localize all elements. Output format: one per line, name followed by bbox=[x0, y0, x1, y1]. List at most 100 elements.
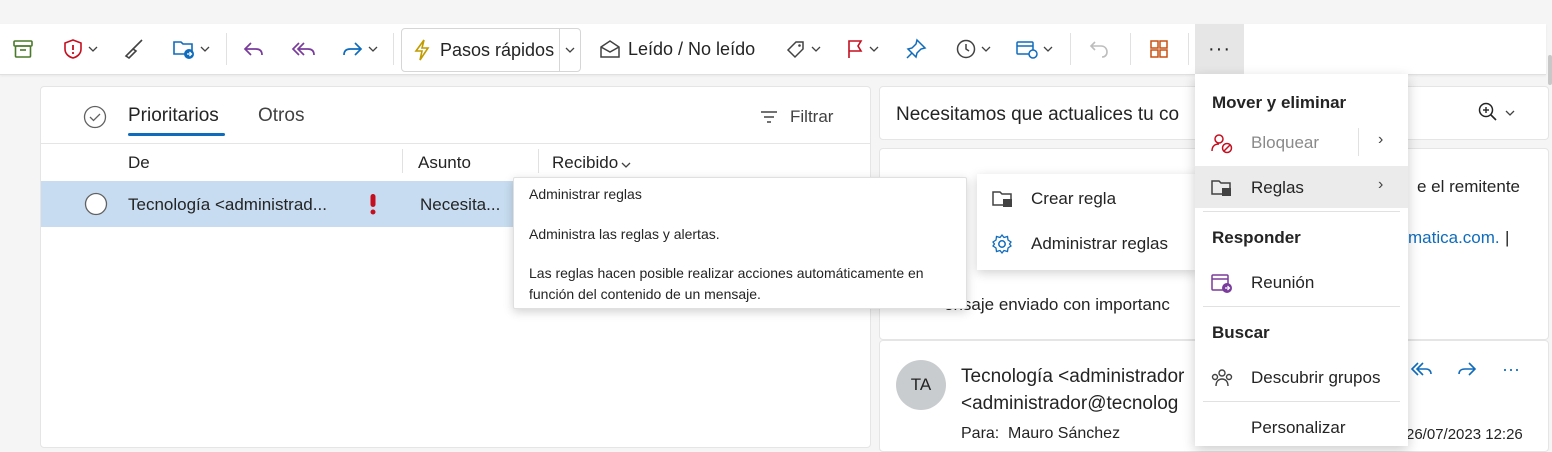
command-toolbar: Pasos rápidos Leído / No leído ··· bbox=[0, 24, 1546, 75]
avatar: TA bbox=[896, 360, 946, 410]
create-rule-label: Crear regla bbox=[1031, 189, 1117, 208]
column-received[interactable]: Recibido bbox=[552, 153, 631, 173]
create-rule-item[interactable]: Crear regla bbox=[977, 176, 1197, 220]
scrollbar[interactable] bbox=[1548, 55, 1552, 85]
categorize-button[interactable] bbox=[785, 24, 821, 74]
sweep-button[interactable] bbox=[122, 24, 146, 74]
chevron-down-icon bbox=[981, 46, 991, 52]
archive-icon bbox=[13, 40, 33, 58]
read-unread-label: Leído / No leído bbox=[628, 38, 756, 59]
forward-icon bbox=[343, 42, 363, 56]
chevron-down-icon bbox=[200, 46, 210, 52]
menu-section-reply: Responder bbox=[1212, 228, 1301, 247]
message-date: 26/07/2023 12:26 bbox=[1406, 426, 1523, 443]
message-subject: Necesitamos que actualices tu co bbox=[896, 104, 1180, 125]
menu-section-search: Buscar bbox=[1212, 323, 1270, 342]
more-options-button[interactable]: ··· bbox=[1195, 24, 1244, 74]
block-label: Bloquear bbox=[1251, 133, 1320, 152]
rules-icon bbox=[1016, 41, 1038, 59]
flag-button[interactable] bbox=[845, 24, 879, 74]
menu-section-move-delete: Mover y eliminar bbox=[1212, 93, 1347, 112]
flag-icon bbox=[848, 40, 863, 58]
more-icon: ··· bbox=[1208, 37, 1231, 60]
tab-other[interactable]: Otros bbox=[258, 105, 304, 127]
chevron-down-icon bbox=[88, 46, 98, 52]
chevron-right-icon: › bbox=[1378, 131, 1384, 148]
reply-button[interactable] bbox=[242, 24, 266, 74]
chevron-down-icon bbox=[811, 46, 821, 52]
groups-icon bbox=[1211, 369, 1233, 387]
chevron-down-icon[interactable] bbox=[565, 47, 575, 53]
lightning-icon bbox=[414, 39, 430, 61]
shield-alert-icon bbox=[64, 39, 82, 59]
apps-button[interactable] bbox=[1148, 24, 1170, 74]
reply-all-button[interactable] bbox=[291, 24, 317, 74]
to-value: Mauro Sánchez bbox=[1008, 425, 1121, 442]
report-button[interactable] bbox=[62, 24, 98, 74]
block-icon bbox=[1211, 134, 1233, 154]
sender-name: Tecnología <administrador bbox=[961, 366, 1185, 387]
select-all-checkbox[interactable] bbox=[83, 105, 107, 129]
folder-rule-icon bbox=[992, 191, 1012, 207]
tooltip-line1: Administra las reglas y alertas. bbox=[529, 226, 720, 242]
manage-rules-item[interactable]: Administrar reglas bbox=[977, 221, 1197, 265]
tag-icon bbox=[786, 41, 804, 59]
importance-note: ensaje enviado con importanc bbox=[944, 295, 1170, 314]
sender-email: <administrador@tecnolog bbox=[961, 393, 1179, 414]
snooze-button[interactable] bbox=[955, 24, 991, 74]
column-subject[interactable]: Asunto bbox=[418, 153, 471, 173]
move-to-button[interactable] bbox=[172, 24, 210, 74]
more-options-menu: Mover y eliminar Bloquear › Reglas › Res… bbox=[1195, 74, 1408, 446]
gear-icon bbox=[992, 233, 1012, 255]
tooltip-line2: Las reglas hacen posible realizar accion… bbox=[529, 265, 924, 302]
row-from: Tecnología <administrad... bbox=[128, 195, 327, 214]
zoom-icon[interactable] bbox=[1477, 101, 1517, 125]
customize-item[interactable]: Personalizar bbox=[1251, 418, 1346, 438]
rules-label: Reglas bbox=[1251, 178, 1304, 197]
block-item[interactable]: Bloquear › bbox=[1195, 121, 1408, 163]
chevron-down-icon bbox=[869, 46, 879, 52]
filter-label: Filtrar bbox=[790, 107, 834, 126]
column-from[interactable]: De bbox=[128, 153, 150, 173]
chevron-down-icon bbox=[621, 162, 631, 168]
filter-icon bbox=[761, 111, 777, 123]
meeting-item[interactable]: Reunión bbox=[1195, 261, 1408, 303]
pin-icon bbox=[906, 38, 927, 59]
row-subject: Necesita... bbox=[420, 195, 501, 214]
discover-groups-item[interactable]: Descubrir grupos bbox=[1195, 356, 1408, 398]
rules-submenu: Crear regla Administrar reglas bbox=[977, 174, 1197, 270]
sender-link[interactable]: matica.com. bbox=[1408, 228, 1500, 248]
reply-all-icon bbox=[291, 42, 315, 56]
clock-icon bbox=[956, 39, 976, 59]
folder-rule-icon bbox=[1211, 180, 1231, 196]
reply-all-icon[interactable] bbox=[1410, 359, 1434, 379]
forward-button[interactable] bbox=[340, 24, 378, 74]
tab-focused[interactable]: Prioritarios bbox=[128, 105, 219, 127]
undo-button[interactable] bbox=[1088, 24, 1110, 74]
reply-icon bbox=[243, 42, 263, 56]
quick-steps-label: Pasos rápidos bbox=[440, 39, 555, 60]
more-actions-icon[interactable]: ··· bbox=[1502, 359, 1520, 380]
discover-groups-label: Descubrir grupos bbox=[1251, 368, 1381, 387]
quick-steps-button[interactable]: Pasos rápidos bbox=[401, 28, 581, 72]
separator-pipe: | bbox=[1505, 228, 1510, 247]
archive-button[interactable] bbox=[12, 24, 34, 74]
folder-move-icon bbox=[173, 41, 194, 59]
filter-button[interactable]: Filtrar bbox=[760, 107, 833, 127]
rules-item[interactable]: Reglas › bbox=[1195, 166, 1408, 208]
apps-grid-icon bbox=[1150, 40, 1168, 58]
chevron-down-icon bbox=[368, 46, 378, 52]
important-icon bbox=[370, 194, 376, 215]
forward-icon[interactable] bbox=[1456, 359, 1478, 379]
manage-rules-label: Administrar reglas bbox=[1031, 234, 1168, 253]
pin-button[interactable] bbox=[905, 24, 927, 74]
chevron-right-icon: › bbox=[1378, 176, 1384, 193]
rules-toolbar-button[interactable] bbox=[1015, 24, 1053, 74]
row-checkbox[interactable] bbox=[84, 192, 108, 216]
broom-icon bbox=[124, 39, 143, 60]
tab-selected-indicator bbox=[128, 133, 225, 136]
envelope-open-icon bbox=[600, 40, 620, 58]
read-unread-button[interactable]: Leído / No leído bbox=[599, 24, 755, 74]
calendar-reply-icon bbox=[1211, 274, 1232, 293]
tooltip-title: Administrar reglas bbox=[529, 186, 642, 202]
